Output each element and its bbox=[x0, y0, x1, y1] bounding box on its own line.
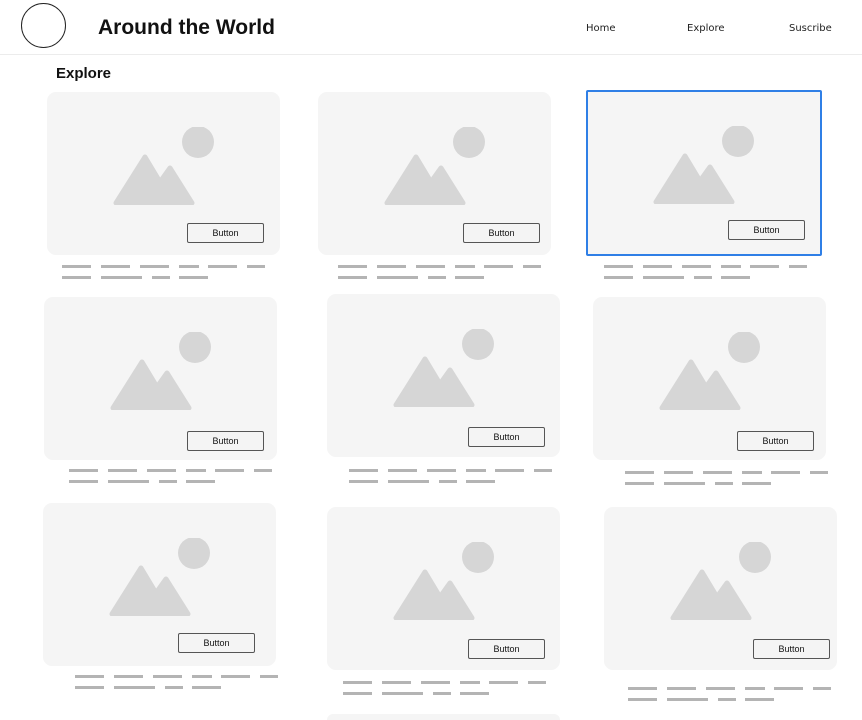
image-placeholder-icon bbox=[392, 328, 496, 407]
image-placeholder-icon bbox=[669, 541, 773, 620]
card-text-placeholder bbox=[349, 469, 554, 485]
card-image-placeholder[interactable]: Button bbox=[318, 92, 551, 255]
card-image-placeholder-partial[interactable] bbox=[327, 714, 560, 720]
site-header: Around the World Home Explore Suscribe bbox=[0, 0, 862, 55]
image-placeholder-icon bbox=[383, 126, 487, 205]
nav-explore-link[interactable]: Explore bbox=[687, 23, 725, 34]
image-placeholder-icon bbox=[652, 126, 756, 204]
card-text-placeholder bbox=[338, 265, 543, 281]
logo-circle-icon[interactable] bbox=[21, 3, 66, 48]
card-image-placeholder[interactable]: Button bbox=[604, 507, 837, 670]
card-button[interactable]: Button bbox=[737, 431, 814, 451]
nav-home-link[interactable]: Home bbox=[586, 23, 616, 34]
card-button[interactable]: Button bbox=[468, 427, 545, 447]
card-text-placeholder bbox=[75, 675, 280, 691]
card-text-placeholder bbox=[604, 265, 809, 281]
card-image-placeholder[interactable]: Button bbox=[47, 92, 280, 255]
card-text-placeholder bbox=[69, 469, 274, 485]
card-image-placeholder-selected[interactable]: Button bbox=[586, 90, 822, 256]
card-text-placeholder bbox=[625, 471, 830, 487]
card-image-placeholder[interactable]: Button bbox=[593, 297, 826, 460]
image-placeholder-icon bbox=[392, 541, 496, 620]
nav-subscribe-link[interactable]: Suscribe bbox=[789, 23, 832, 34]
card-button[interactable]: Button bbox=[463, 223, 540, 243]
site-title: Around the World bbox=[98, 16, 275, 39]
card-image-placeholder[interactable]: Button bbox=[43, 503, 276, 666]
card-text-placeholder bbox=[628, 687, 833, 703]
card-image-placeholder[interactable]: Button bbox=[327, 294, 560, 457]
card-image-placeholder[interactable]: Button bbox=[327, 507, 560, 670]
card-text-placeholder bbox=[62, 265, 267, 281]
image-placeholder-icon bbox=[658, 331, 762, 410]
card-button[interactable]: Button bbox=[468, 639, 545, 659]
card-button[interactable]: Button bbox=[178, 633, 255, 653]
image-placeholder-icon bbox=[108, 537, 212, 616]
card-button[interactable]: Button bbox=[728, 220, 805, 240]
card-image-placeholder[interactable]: Button bbox=[44, 297, 277, 460]
card-button[interactable]: Button bbox=[187, 223, 264, 243]
image-placeholder-icon bbox=[109, 331, 213, 410]
card-button[interactable]: Button bbox=[753, 639, 830, 659]
section-title: Explore bbox=[56, 65, 112, 82]
card-button[interactable]: Button bbox=[187, 431, 264, 451]
image-placeholder-icon bbox=[112, 126, 216, 205]
card-text-placeholder bbox=[343, 681, 548, 697]
